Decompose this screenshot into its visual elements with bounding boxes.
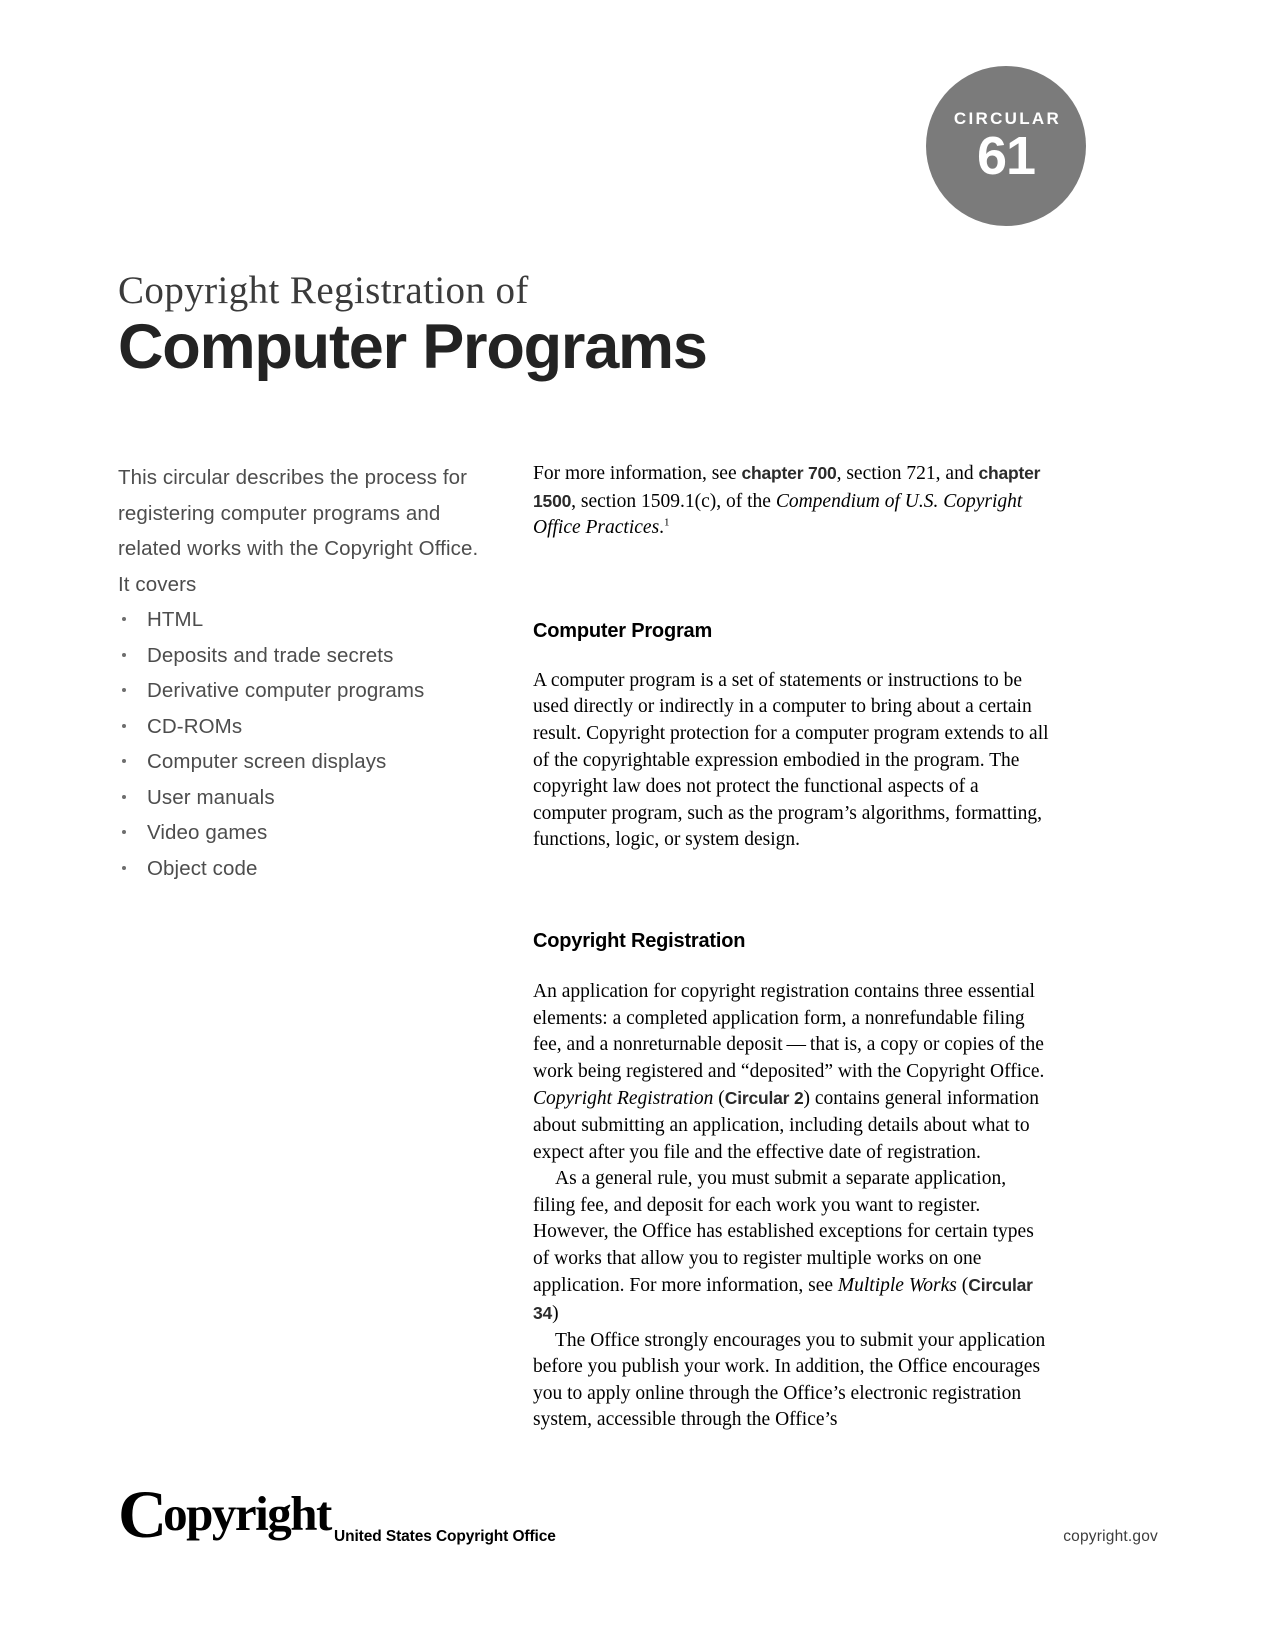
list-item-label: User manuals (147, 785, 275, 809)
badge-label: CIRCULAR (953, 108, 1062, 128)
reg-p1-text-1: An application for copyright registratio… (533, 980, 1045, 1082)
logo-initial: C (118, 1476, 167, 1552)
body-columns: This circular describes the process for … (118, 460, 1058, 1430)
list-item: User manuals (118, 780, 488, 816)
bullet-dot-icon (122, 723, 126, 728)
bullet-dot-icon (122, 617, 126, 621)
list-item-label: Object code (147, 856, 258, 880)
left-column: This circular describes the process for … (118, 460, 488, 886)
circular-badge: CIRCULAR 61 (926, 66, 1086, 226)
chapter-700-link[interactable]: chapter 700 (742, 463, 837, 483)
list-item: Deposits and trade secrets (118, 638, 488, 674)
reg-p2-text-3: ) (552, 1303, 559, 1325)
list-item-label: HTML (147, 608, 204, 631)
list-item-label: CD-ROMs (147, 714, 243, 738)
intro-paragraph: For more information, see chapter 700, s… (533, 460, 1049, 542)
bullet-dot-icon (122, 759, 126, 763)
footnote-marker[interactable]: 1 (664, 517, 670, 529)
list-item-label: Derivative computer programs (147, 679, 425, 702)
list-item: Object code (118, 851, 488, 887)
logo-rest: opyright (163, 1486, 332, 1541)
website-url[interactable]: copyright.gov (1063, 1528, 1158, 1546)
reg-p1-text-2: ( (713, 1088, 725, 1110)
registration-paragraph-1: An application for copyright registratio… (533, 979, 1049, 1166)
list-item: Derivative computer programs (118, 673, 488, 709)
copyright-registration-title: Copyright Registration (533, 1088, 714, 1110)
reg-p2-text-2: ( (956, 1275, 969, 1297)
computer-program-paragraph: A computer program is a set of statement… (533, 669, 1049, 851)
multiple-works-title: Multiple Works (837, 1275, 957, 1297)
badge-number: 61 (976, 125, 1036, 186)
page-title-kicker: Copyright Registration of (118, 269, 529, 312)
page-footer: Copyright United States Copyright Office… (118, 1480, 1158, 1570)
list-item: Computer screen displays (118, 744, 488, 780)
section-heading-computer-program: Computer Program (533, 619, 713, 642)
intro-text-3: , section 1509.1(c), of the (571, 490, 776, 512)
intro-text-2: , section 721, and (836, 463, 979, 484)
title-block: Copyright Registration of Computer Progr… (118, 269, 1018, 383)
covers-list: HTML Deposits and trade secrets Derivati… (118, 602, 488, 886)
registration-paragraph-3: The Office strongly encourages you to su… (533, 1329, 1046, 1431)
document-page: CIRCULAR 61 Copyright Registration of Co… (0, 0, 1275, 1650)
bullet-dot-icon (122, 688, 126, 692)
copyright-office-logo: Copyright (118, 1480, 332, 1548)
bullet-dot-icon (122, 830, 126, 834)
section-heading-copyright-registration: Copyright Registration (533, 929, 746, 952)
circular-2-link[interactable]: Circular 2 (725, 1088, 804, 1108)
list-item-label: Deposits and trade secrets (147, 643, 394, 667)
bullet-dot-icon (122, 865, 126, 870)
intro-text-1: For more information, see (533, 463, 742, 484)
bullet-dot-icon (122, 794, 126, 799)
list-item: Video games (118, 815, 488, 851)
page-title: Computer Programs (118, 312, 708, 383)
summary-paragraph: This circular describes the process for … (118, 466, 479, 596)
office-name: United States Copyright Office (334, 1528, 556, 1545)
list-item: CD-ROMs (118, 709, 488, 745)
registration-paragraph-2: As a general rule, you must submit a sep… (533, 1166, 1049, 1328)
right-column: For more information, see chapter 700, s… (533, 460, 1049, 1434)
bullet-dot-icon (122, 652, 126, 657)
list-item: HTML (118, 602, 488, 638)
list-item-label: Video games (147, 821, 268, 844)
list-item-label: Computer screen displays (147, 750, 387, 773)
